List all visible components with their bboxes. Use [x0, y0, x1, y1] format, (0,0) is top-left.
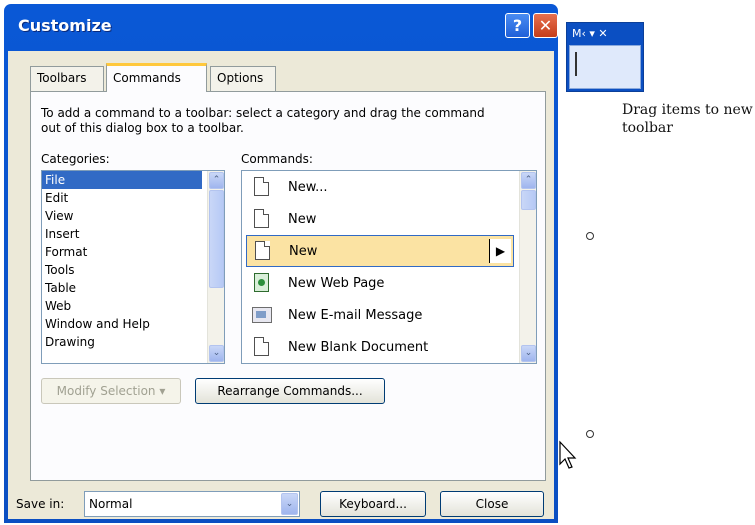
bullet-icon — [586, 232, 594, 240]
email-icon — [252, 304, 272, 326]
command-item-new-dialog[interactable]: New... — [242, 171, 518, 203]
categories-scrollbar[interactable]: ⌃ ⌄ — [207, 171, 224, 363]
commands-scrollbar[interactable]: ⌃ ⌄ — [519, 171, 536, 363]
command-item-new-blank-document[interactable]: New Blank Document — [242, 331, 518, 363]
scroll-thumb[interactable] — [521, 190, 536, 210]
command-item-new-highlighted[interactable]: New ▶ — [246, 235, 514, 267]
save-in-label: Save in: — [16, 497, 65, 511]
command-item-new-email-message[interactable]: New E-mail Message — [242, 299, 518, 331]
category-item-table[interactable]: Table — [42, 279, 202, 297]
category-item-tools[interactable]: Tools — [42, 261, 202, 279]
command-item-new[interactable]: New — [242, 203, 518, 235]
new-toolbar-body[interactable] — [569, 45, 641, 89]
title-bar[interactable]: Customize ? ✕ — [8, 4, 558, 51]
instructions-text: To add a command to a toolbar: select a … — [41, 106, 485, 135]
category-item-file[interactable]: File — [42, 171, 202, 189]
category-item-insert[interactable]: Insert — [42, 225, 202, 243]
document-icon — [252, 176, 272, 198]
categories-label: Categories: — [41, 152, 110, 166]
document-icon — [253, 240, 273, 262]
document-icon — [252, 208, 272, 230]
command-label: New — [288, 211, 317, 227]
new-toolbar[interactable]: M‹ ▾ ✕ — [566, 22, 644, 92]
category-item-format[interactable]: Format — [42, 243, 202, 261]
commands-list[interactable]: New... New New ▶ New Web Page New E-mail… — [241, 170, 537, 364]
modify-selection-button[interactable]: Modify Selection ▾ — [41, 378, 181, 404]
command-label: New Web Page — [288, 275, 385, 291]
new-toolbar-title[interactable]: M‹ ▾ ✕ — [569, 25, 641, 43]
scroll-down-icon[interactable]: ⌄ — [521, 345, 536, 362]
command-label: New E-mail Message — [288, 307, 423, 323]
dialog-body: Toolbars Commands Options To add a comma… — [8, 51, 554, 519]
categories-list[interactable]: File Edit View Insert Format Tools Table… — [41, 170, 225, 364]
mouse-cursor-icon — [559, 440, 577, 469]
tab-commands[interactable]: Commands — [106, 63, 207, 92]
keyboard-button[interactable]: Keyboard... — [320, 491, 426, 517]
customize-dialog: Customize ? ✕ Toolbars Commands Options … — [4, 4, 558, 523]
scroll-thumb[interactable] — [209, 190, 224, 288]
tab-toolbars[interactable]: Toolbars — [30, 66, 104, 91]
rearrange-commands-button[interactable]: Rearrange Commands... — [195, 378, 385, 404]
category-item-view[interactable]: View — [42, 207, 202, 225]
category-item-window-and-help[interactable]: Window and Help — [42, 315, 202, 333]
help-button[interactable]: ? — [505, 13, 530, 38]
drag-note: Drag items to new toolbar — [622, 102, 753, 136]
tab-options[interactable]: Options — [210, 66, 276, 91]
bullet-icon — [586, 430, 594, 438]
command-label: New... — [288, 179, 328, 195]
scroll-down-icon[interactable]: ⌄ — [209, 345, 224, 362]
scroll-up-icon[interactable]: ⌃ — [209, 172, 224, 189]
document-icon — [252, 336, 272, 358]
command-label: New Blank Document — [288, 339, 429, 355]
category-item-edit[interactable]: Edit — [42, 189, 202, 207]
category-item-web[interactable]: Web — [42, 297, 202, 315]
command-label: New — [289, 243, 318, 259]
scroll-up-icon[interactable]: ⌃ — [521, 172, 536, 189]
dialog-title: Customize — [18, 16, 112, 35]
web-page-icon — [252, 272, 272, 294]
commands-panel: To add a command to a toolbar: select a … — [30, 91, 546, 481]
chevron-down-icon[interactable]: ⌄ — [281, 493, 298, 515]
submenu-arrow-icon[interactable]: ▶ — [489, 239, 511, 263]
close-button[interactable]: Close — [440, 491, 544, 517]
save-in-value: Normal — [89, 497, 133, 511]
category-item-drawing[interactable]: Drawing — [42, 333, 202, 351]
command-item-new-web-page[interactable]: New Web Page — [242, 267, 518, 299]
close-window-button[interactable]: ✕ — [533, 13, 558, 38]
insertion-caret-icon — [575, 52, 577, 76]
commands-label: Commands: — [241, 152, 313, 166]
save-in-select[interactable]: Normal ⌄ — [84, 491, 300, 517]
